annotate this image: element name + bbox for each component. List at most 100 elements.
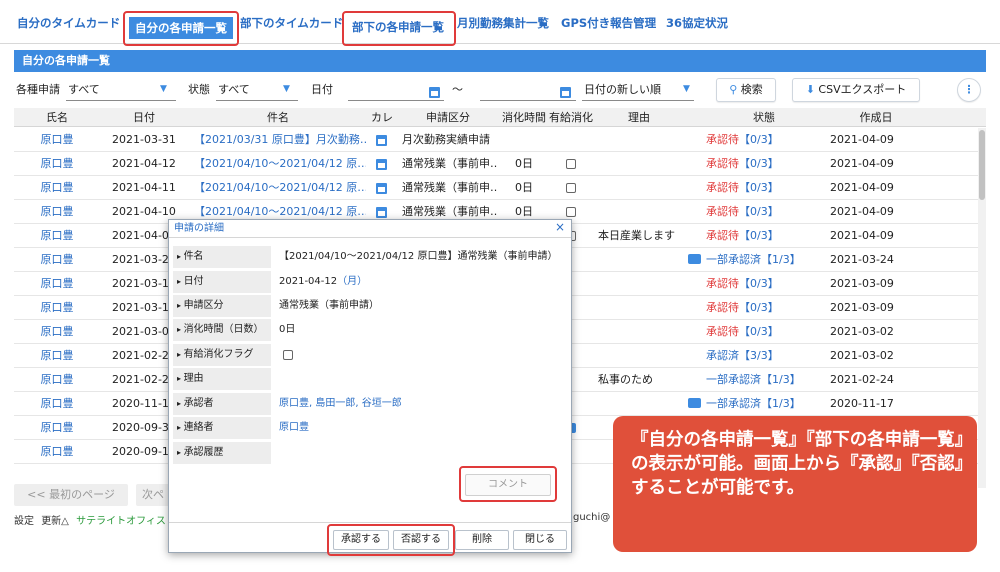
col-header-kind[interactable]: 申請区分	[396, 108, 500, 127]
cell-status[interactable]: 承認済【3/3】	[706, 344, 826, 368]
col-header-name[interactable]: 氏名	[14, 108, 100, 127]
footer-email: guchi@	[573, 512, 611, 523]
cell-status[interactable]: 承認待【0/3】	[706, 272, 826, 296]
cell-created: 2021-04-09	[830, 229, 894, 242]
tab-my-timecard[interactable]: 自分のタイムカード	[17, 13, 120, 33]
col-header-reason[interactable]: 理由	[594, 108, 684, 127]
cell-name[interactable]: 原口豊	[14, 224, 100, 248]
search-button[interactable]: ⚲ 検索	[716, 78, 776, 102]
cell-name[interactable]: 原口豊	[14, 272, 100, 296]
status-progress-link[interactable]: 【0/3】	[739, 229, 779, 242]
tab-36-agreement[interactable]: 36協定状況	[666, 13, 728, 33]
status-progress-link[interactable]: 【0/3】	[739, 133, 779, 146]
settings-link[interactable]: 設定	[14, 516, 34, 527]
cell-name[interactable]: 原口豊	[14, 176, 100, 200]
table-row[interactable]: 原口豊 2021-04-11 【2021/04/10～2021/04/12 原… 通常…	[14, 176, 978, 200]
col-header-status[interactable]: 状態	[704, 108, 824, 127]
col-header-paid-leave[interactable]: 有給消化	[548, 108, 594, 127]
type-filter-value[interactable]: すべて	[68, 80, 100, 100]
cell-status[interactable]: 承認待【0/3】	[706, 128, 826, 152]
col-header-calendar[interactable]: カレ	[368, 108, 396, 127]
paid-leave-checkbox[interactable]	[566, 183, 576, 193]
paid-leave-flag-checkbox[interactable]	[283, 350, 293, 360]
dialog-field-label: 有給消化フラグ	[173, 344, 271, 366]
cell-status[interactable]: 一部承認済【1/3】	[706, 248, 826, 272]
cell-status[interactable]: 一部承認済【1/3】	[706, 368, 826, 392]
cell-subject[interactable]: 【2021/03/31 原口豊】月次勤務…	[194, 128, 366, 152]
status-progress-link[interactable]: 一部承認済【1/3】	[706, 397, 801, 410]
status-progress-link[interactable]: 一部承認済【1/3】	[706, 373, 801, 386]
status-progress-link[interactable]: 【0/3】	[739, 277, 779, 290]
status-progress-link[interactable]: 【0/3】	[739, 325, 779, 338]
status-text: 承認待	[706, 229, 739, 242]
cell-name[interactable]: 原口豊	[14, 296, 100, 320]
table-row[interactable]: 原口豊 2021-03-31 【2021/03/31 原口豊】月次勤務… 月次勤務実績…	[14, 128, 978, 152]
next-page-button[interactable]: 次ペ	[136, 484, 170, 506]
status-progress-link[interactable]: 【0/3】	[739, 157, 779, 170]
calendar-icon[interactable]	[376, 159, 387, 170]
status-filter-value[interactable]: すべて	[218, 80, 250, 100]
cell-name[interactable]: 原口豊	[14, 392, 100, 416]
chat-icon[interactable]	[688, 254, 701, 264]
cell-status[interactable]: 承認待【0/3】	[706, 152, 826, 176]
update-link[interactable]: 更新△	[41, 516, 69, 527]
tab-subordinate-timecard[interactable]: 部下のタイムカード	[240, 13, 343, 33]
table-row[interactable]: 原口豊 2021-04-12 【2021/04/10～2021/04/12 原… 通常…	[14, 152, 978, 176]
date-to-input[interactable]	[480, 100, 576, 101]
cell-status[interactable]: 承認待【0/3】	[706, 320, 826, 344]
dialog-field-text[interactable]: 原口豊	[279, 422, 309, 433]
date-from-input[interactable]	[348, 100, 444, 101]
date-range-separator: ～	[452, 83, 463, 96]
cell-status[interactable]: 一部承認済【1/3】	[706, 392, 826, 416]
cell-name[interactable]: 原口豊	[14, 344, 100, 368]
cell-name[interactable]: 原口豊	[14, 416, 100, 440]
dialog-field-text[interactable]: 原口豊, 島田一郎, 谷垣一郎	[279, 398, 402, 409]
paid-leave-checkbox[interactable]	[566, 159, 576, 169]
download-icon: ⬇	[805, 83, 815, 96]
cell-name[interactable]: 原口豊	[14, 200, 100, 224]
tab-gps-report[interactable]: GPS付き報告管理	[561, 13, 656, 33]
chat-icon[interactable]	[688, 398, 701, 408]
status-progress-link[interactable]: 【0/3】	[739, 205, 779, 218]
chevron-down-icon[interactable]: ▼	[283, 84, 290, 94]
col-header-created[interactable]: 作成日	[824, 108, 928, 127]
calendar-icon[interactable]	[429, 87, 440, 98]
calendar-icon[interactable]	[376, 183, 387, 194]
tab-monthly-summary[interactable]: 月別勤務集計一覧	[457, 13, 549, 33]
cell-name[interactable]: 原口豊	[14, 368, 100, 392]
status-progress-link[interactable]: 【0/3】	[739, 181, 779, 194]
calendar-icon[interactable]	[376, 135, 387, 146]
chevron-down-icon[interactable]: ▼	[160, 84, 167, 94]
paid-leave-checkbox[interactable]	[566, 207, 576, 217]
first-page-button[interactable]: << 最初のページ	[14, 484, 128, 506]
cell-name[interactable]: 原口豊	[14, 248, 100, 272]
cell-name[interactable]: 原口豊	[14, 152, 100, 176]
col-header-hours[interactable]: 消化時間	[500, 108, 548, 127]
col-header-subject[interactable]: 件名	[188, 108, 368, 127]
col-header-date[interactable]: 日付	[100, 108, 188, 127]
calendar-icon[interactable]	[560, 87, 571, 98]
status-progress-link[interactable]: 一部承認済【1/3】	[706, 253, 801, 266]
calendar-icon[interactable]	[376, 207, 387, 218]
status-progress-link[interactable]: 【0/3】	[739, 301, 779, 314]
cell-subject[interactable]: 【2021/04/10～2021/04/12 原…	[194, 152, 366, 176]
close-icon[interactable]: ×	[555, 220, 565, 234]
close-button[interactable]: 閉じる	[513, 530, 567, 550]
delete-button[interactable]: 削除	[455, 530, 509, 550]
cell-status[interactable]: 承認待【0/3】	[706, 176, 826, 200]
satellite-office-link[interactable]: サテライトオフィス	[76, 516, 166, 527]
csv-export-button[interactable]: ⬇ CSVエクスポート	[792, 78, 920, 102]
sort-select-value[interactable]: 日付の新しい順	[584, 80, 661, 100]
cell-status[interactable]: 承認待【0/3】	[706, 296, 826, 320]
cell-subject[interactable]: 【2021/04/10～2021/04/12 原…	[194, 176, 366, 200]
cell-status[interactable]: 承認待【0/3】	[706, 224, 826, 248]
cell-name[interactable]: 原口豊	[14, 440, 100, 464]
cell-name[interactable]: 原口豊	[14, 128, 100, 152]
table-scrollbar-thumb[interactable]	[979, 130, 985, 200]
more-vertical-icon[interactable]: ⋮	[957, 78, 981, 102]
status-progress-link[interactable]: 承認済【3/3】	[706, 349, 779, 362]
cell-name[interactable]: 原口豊	[14, 320, 100, 344]
chevron-down-icon[interactable]: ▼	[683, 84, 690, 94]
cell-status[interactable]: 承認待【0/3】	[706, 200, 826, 224]
status-text: 承認待	[706, 133, 739, 146]
